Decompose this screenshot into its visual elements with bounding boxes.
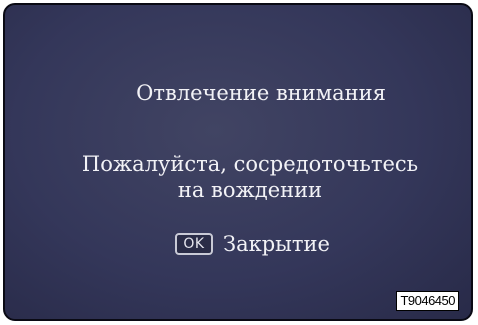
message-line-2: на вождении <box>177 178 323 202</box>
close-label: Закрытие <box>223 232 330 256</box>
image-code-label: T9046450 <box>396 291 459 311</box>
dialog-message: Пожалуйста, сосредоточьтесь на вождении <box>5 151 471 203</box>
close-action[interactable]: OK Закрытие <box>175 232 330 256</box>
ok-key-icon[interactable]: OK <box>175 233 213 255</box>
display-screen: Отвлечение внимания Пожалуйста, сосредот… <box>3 3 473 321</box>
message-line-1: Пожалуйста, сосредоточьтесь <box>81 152 419 176</box>
dialog-title: Отвлечение внимания <box>136 81 386 105</box>
